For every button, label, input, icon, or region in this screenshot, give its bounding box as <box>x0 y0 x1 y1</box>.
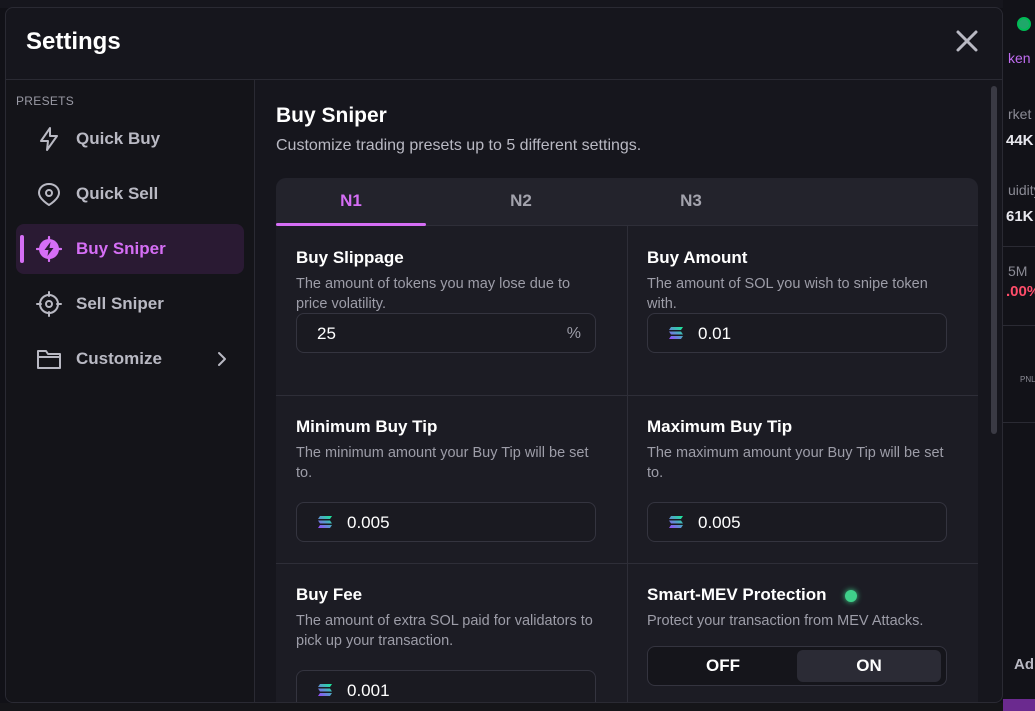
solana-icon <box>669 516 683 528</box>
buy-slippage-setting: Buy Slippage The amount of tokens you ma… <box>276 226 627 395</box>
page-subtitle: Customize trading presets up to 5 differ… <box>276 137 642 154</box>
tab-n2[interactable]: N2 <box>446 178 596 226</box>
close-icon[interactable] <box>954 28 980 54</box>
field-description: Protect your transaction from MEV Attack… <box>647 613 924 629</box>
min-buy-tip-input[interactable]: 0.005 <box>296 502 596 542</box>
background-market-value: 44K <box>1006 132 1034 149</box>
field-description: The minimum amount your Buy Tip will be … <box>296 445 589 481</box>
folder-icon <box>37 350 61 369</box>
sidebar-item-buy-sniper[interactable]: Buy Sniper <box>16 224 244 274</box>
status-dot-icon <box>845 590 857 602</box>
input-value: 25 <box>317 324 336 343</box>
page-title: Buy Sniper <box>276 104 387 127</box>
settings-modal: Settings PRESETS Quick Buy Quick Sell Bu… <box>5 7 1003 703</box>
input-value: 0.01 <box>698 324 732 343</box>
background-market-label: rket <box>1008 106 1032 122</box>
sniper-bolt-icon <box>36 236 62 262</box>
lightning-icon <box>40 127 58 151</box>
modal-title: Settings <box>26 28 121 55</box>
background-accent-bar <box>1003 699 1035 711</box>
modal-header: Settings <box>6 8 1002 80</box>
solana-icon <box>318 684 332 696</box>
preset-panel: N1 N2 N3 Buy Slippage The amount of toke… <box>276 178 978 702</box>
background-liquidity-value: 61K <box>1006 208 1034 225</box>
buy-fee-input[interactable]: 0.001 <box>296 670 596 702</box>
settings-content: Buy Sniper Customize trading presets up … <box>255 80 1002 702</box>
background-divider <box>1003 422 1035 423</box>
field-title: Smart-MEV Protection <box>647 585 827 604</box>
field-description: The amount of extra SOL paid for validat… <box>296 613 593 649</box>
sidebar-item-sell-sniper[interactable]: Sell Sniper <box>16 279 244 329</box>
active-indicator <box>20 235 24 263</box>
field-description: The amount of tokens you may lose due to… <box>296 276 571 312</box>
min-buy-tip-setting: Minimum Buy Tip The minimum amount your … <box>276 395 627 563</box>
background-bottom-strip <box>0 703 1003 711</box>
buy-amount-input[interactable]: 0.01 <box>647 313 947 353</box>
input-value: 0.001 <box>347 681 390 700</box>
tab-n1[interactable]: N1 <box>276 178 426 226</box>
sidebar-item-label: Customize <box>76 349 162 368</box>
background-button-label[interactable]: Ad <box>1014 656 1034 673</box>
field-title: Buy Fee <box>296 585 363 604</box>
input-value: 0.005 <box>698 513 741 532</box>
max-buy-tip-input[interactable]: 0.005 <box>647 502 947 542</box>
background-token-label: ken (8 <box>1008 50 1035 66</box>
field-description: The amount of SOL you wish to snipe toke… <box>647 276 928 312</box>
percent-suffix: % <box>566 325 581 342</box>
background-liquidity-label: uidity <box>1008 182 1035 198</box>
mev-protection-toggle: OFF ON <box>647 646 947 686</box>
buy-slippage-input[interactable]: 25 % <box>296 313 596 353</box>
status-indicator-icon <box>1017 17 1031 31</box>
field-title: Buy Slippage <box>296 248 404 267</box>
solana-icon <box>318 516 332 528</box>
smart-mev-setting: Smart-MEV Protection Protect your transa… <box>627 563 978 702</box>
background-5m-value: .00% <box>1006 283 1035 300</box>
tab-n3[interactable]: N3 <box>616 178 766 226</box>
sidebar-item-customize[interactable]: Customize <box>16 334 244 384</box>
max-buy-tip-setting: Maximum Buy Tip The maximum amount your … <box>627 395 978 563</box>
sidebar-item-label: Quick Sell <box>76 184 159 203</box>
sidebar-item-quick-buy[interactable]: Quick Buy <box>16 114 244 164</box>
settings-sidebar: PRESETS Quick Buy Quick Sell Buy Sniper <box>6 80 255 702</box>
field-title: Buy Amount <box>647 248 748 267</box>
buy-amount-setting: Buy Amount The amount of SOL you wish to… <box>627 226 978 395</box>
chevron-right-icon <box>218 352 226 366</box>
solana-icon <box>669 327 683 339</box>
input-value: 0.005 <box>347 513 390 532</box>
background-5m-label: 5M <box>1008 263 1028 279</box>
sidebar-item-quick-sell[interactable]: Quick Sell <box>16 169 244 219</box>
field-title: Minimum Buy Tip <box>296 417 438 436</box>
field-description: The maximum amount your Buy Tip will be … <box>647 445 944 481</box>
sidebar-item-label: Quick Buy <box>76 129 161 148</box>
presets-section-label: PRESETS <box>16 94 75 108</box>
background-pnl-label: PNL <box>1020 375 1035 384</box>
preset-tabs: N1 N2 N3 <box>276 178 978 226</box>
sidebar-item-label: Sell Sniper <box>76 294 164 313</box>
tag-icon <box>38 183 60 206</box>
scrollbar-thumb[interactable] <box>991 86 997 434</box>
background-divider <box>1003 246 1035 247</box>
buy-fee-setting: Buy Fee The amount of extra SOL paid for… <box>276 563 627 702</box>
crosshair-icon <box>36 291 62 317</box>
toggle-on-option[interactable]: ON <box>797 650 941 682</box>
field-title: Maximum Buy Tip <box>647 417 793 436</box>
sidebar-item-label: Buy Sniper <box>76 239 166 258</box>
background-divider <box>1003 325 1035 326</box>
toggle-off-option[interactable]: OFF <box>651 650 795 682</box>
